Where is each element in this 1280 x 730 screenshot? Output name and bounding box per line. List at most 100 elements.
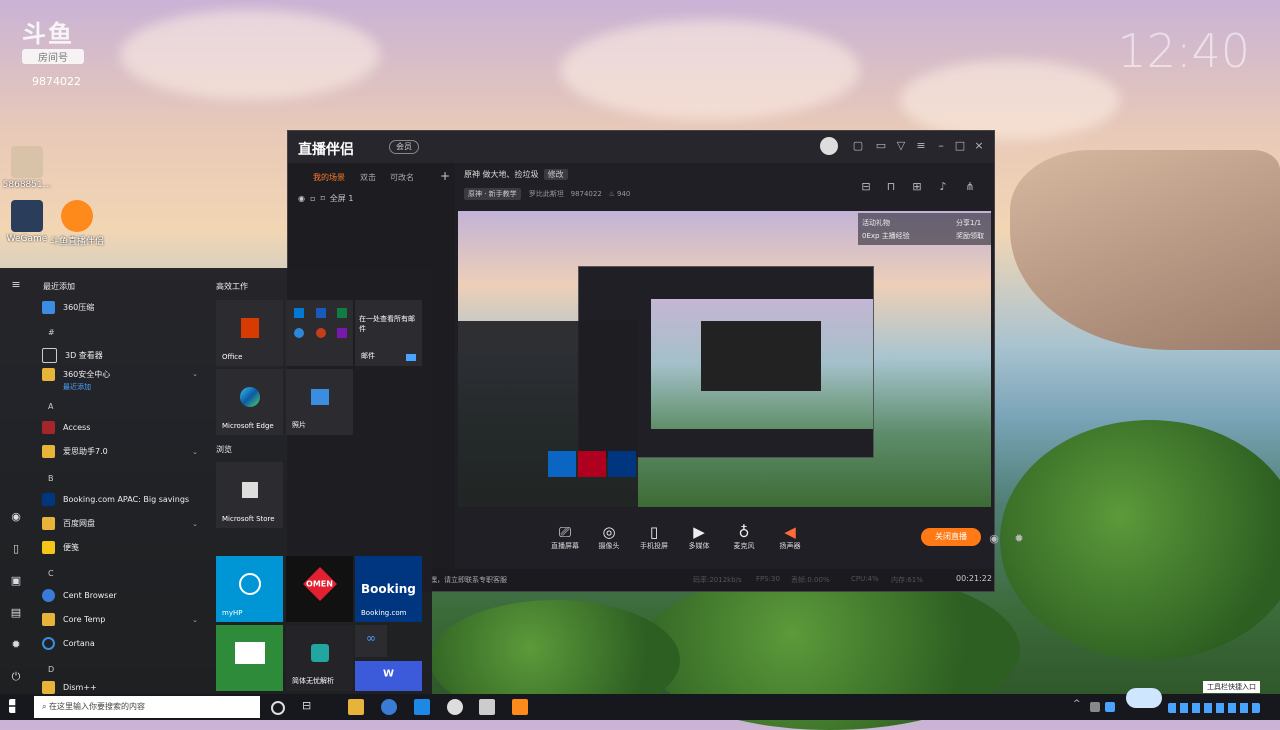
tile-office-apps[interactable] <box>286 300 353 366</box>
vip-badge[interactable]: 会员 <box>389 140 419 154</box>
toolbar-shortcut-label[interactable]: 工具栏快捷入口 <box>1203 681 1260 693</box>
app-icon[interactable] <box>479 699 495 715</box>
tab-rename[interactable]: 可改名 <box>390 172 414 183</box>
onedrive-icon <box>294 328 304 338</box>
desktop-icon-wegame[interactable]: WeGame <box>0 200 54 244</box>
tile-myhp[interactable]: myHP <box>216 556 283 622</box>
control-label: 扬声器 <box>779 542 801 550</box>
windows-start-icon[interactable] <box>9 699 16 713</box>
speaker-button[interactable]: ◀ 扬声器 <box>767 523 813 551</box>
screen-capture-button[interactable]: ⎚ 直播屏幕 <box>542 523 588 551</box>
document-icon[interactable]: ▯ <box>9 542 23 556</box>
end-live-button[interactable]: 关闭直播 <box>921 528 981 546</box>
tile-label: Microsoft Edge <box>222 422 274 430</box>
chevron-up-icon[interactable]: ^ <box>1073 699 1089 715</box>
eye-icon[interactable]: ◉ <box>988 533 1000 545</box>
list-item[interactable]: 360压缩 <box>42 298 202 318</box>
tile-office[interactable]: Office <box>216 300 283 366</box>
add-scene-button[interactable]: + <box>440 169 450 183</box>
phone-cast-button[interactable]: ▯ 手机投屏 <box>631 523 677 551</box>
access-icon <box>42 421 55 434</box>
list-item[interactable]: Core Temp ⌄ <box>42 610 202 630</box>
file-explorer-icon[interactable] <box>348 699 364 715</box>
app-icon[interactable] <box>414 699 430 715</box>
grid-icon[interactable]: ⊞ <box>911 181 923 193</box>
tile-edge[interactable]: Microsoft Edge <box>216 369 283 435</box>
tray-icon[interactable] <box>1105 702 1115 712</box>
settings-icon[interactable]: ✹ <box>1013 533 1025 545</box>
list-item[interactable]: Booking.com APAC: Big savings o... <box>42 490 202 524</box>
task-view-icon[interactable]: ⊟ <box>302 699 318 715</box>
list-item[interactable]: 3D 查看器 <box>42 346 202 366</box>
avatar[interactable] <box>820 137 838 155</box>
bell-icon[interactable]: ♪ <box>937 181 949 193</box>
tile-wps[interactable]: W <box>355 661 422 691</box>
hamburger-icon[interactable]: ≡ <box>9 278 23 292</box>
tile-store[interactable]: Microsoft Store <box>216 462 283 528</box>
tray-icons-row[interactable] <box>1168 703 1260 713</box>
screen-icon[interactable]: ▭ <box>875 140 887 152</box>
edit-button[interactable]: 修改 <box>543 169 568 180</box>
list-item[interactable]: Access <box>42 418 202 438</box>
tab-double-click[interactable]: 双击 <box>360 172 376 183</box>
omen-label: OMEN <box>306 579 333 589</box>
user-avatar-icon[interactable]: ◉ <box>9 510 23 524</box>
list-item[interactable]: 百度网盘 ⌄ <box>42 514 202 534</box>
disk-icon[interactable]: ▤ <box>9 606 23 620</box>
desktop-icon-douyu[interactable]: 斗鱼直播伴侣 <box>50 200 104 247</box>
tile-mail[interactable]: 在一处查看所有邮件 邮件 <box>355 300 422 366</box>
cortana-icon[interactable] <box>271 701 285 715</box>
section-letter[interactable]: D <box>48 665 54 674</box>
douyu-tray-icon[interactable] <box>447 699 463 715</box>
menu-icon[interactable]: ≡ <box>915 140 927 152</box>
list-item[interactable]: Cortana <box>42 634 202 654</box>
message-icon[interactable]: ▢ <box>852 140 864 152</box>
live-app-icon[interactable] <box>512 699 528 715</box>
tile-infinity[interactable]: ∞ <box>355 625 387 657</box>
section-letter[interactable]: B <box>48 474 54 483</box>
douyu-icon <box>61 200 93 232</box>
booking-icon <box>42 493 55 506</box>
power-icon[interactable]: ⏻ <box>9 670 23 684</box>
section-letter[interactable]: A <box>48 402 53 411</box>
category-tag[interactable]: 原神 · 新手教学 <box>464 188 521 200</box>
shirt-icon[interactable]: ▽ <box>895 140 907 152</box>
search-placeholder: 在这里输入你要搜索的内容 <box>49 702 146 711</box>
microphone-button[interactable]: ♁ 麦克风 <box>721 523 767 551</box>
tray-widget-icon[interactable] <box>1126 688 1162 708</box>
desktop-icon-label: 5868851... <box>2 180 52 190</box>
tile-photos[interactable]: 照片 <box>286 369 353 435</box>
list-item[interactable]: 360安全中心 最近添加 ⌄ <box>42 368 202 392</box>
desktop-clock: 12:40 <box>1117 24 1250 78</box>
scene-item[interactable]: ◉ ▫ ⌑ 全屏 1 <box>298 193 353 204</box>
section-letter[interactable]: # <box>48 328 55 337</box>
live-timer: 00:21:22 <box>956 574 992 583</box>
unlock-icon[interactable]: ⊓ <box>885 181 897 193</box>
share-icon[interactable]: ⋔ <box>964 181 976 193</box>
tab-my-scenes[interactable]: 我的场景 <box>313 172 345 183</box>
desktop-icon-file[interactable]: 5868851... <box>0 146 54 190</box>
browser-icon[interactable] <box>381 699 397 715</box>
list-item[interactable]: 便笺 <box>42 538 202 558</box>
tray-icon[interactable] <box>1090 702 1100 712</box>
layout-icon[interactable]: ⊟ <box>860 181 872 193</box>
search-input[interactable]: ⌕ 在这里输入你要搜索的内容 <box>34 696 260 718</box>
pictures-icon[interactable]: ▣ <box>9 574 23 588</box>
tile-omen[interactable]: OMEN <box>286 556 353 622</box>
media-button[interactable]: ▶ 多媒体 <box>676 523 722 551</box>
list-item[interactable]: 爱思助手7.0 ⌄ <box>42 442 202 462</box>
lock-icon[interactable]: ▫ <box>310 194 315 203</box>
close-icon[interactable]: × <box>973 140 985 152</box>
eye-icon[interactable]: ◉ <box>298 194 305 203</box>
tile-booking[interactable]: Booking Booking.com <box>355 556 422 622</box>
camera-button[interactable]: ◎ 摄像头 <box>586 523 632 551</box>
section-letter[interactable]: C <box>48 569 54 578</box>
list-item[interactable]: Cent Browser <box>42 586 202 606</box>
settings-icon[interactable]: ✹ <box>9 638 23 652</box>
tile-simplysafe[interactable]: 简体无忧解析 <box>286 625 353 691</box>
minimize-icon[interactable]: – <box>935 140 947 152</box>
list-item[interactable]: Dism++ <box>42 681 202 694</box>
stream-preview[interactable]: 活动礼物 0Exp 主播经验 分享1/1 奖励领取 <box>458 211 991 507</box>
tile-solitaire[interactable] <box>216 625 283 691</box>
maximize-icon[interactable]: □ <box>954 140 966 152</box>
